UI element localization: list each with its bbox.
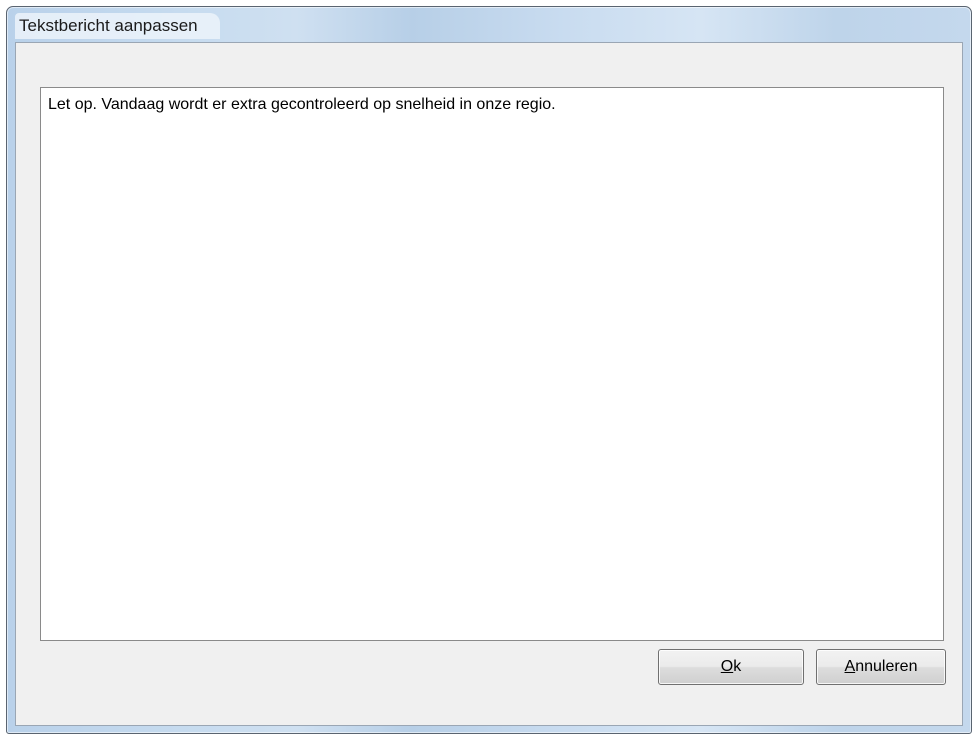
ok-button-label: k — [733, 658, 742, 675]
ok-button[interactable]: Ok — [658, 649, 804, 685]
dialog-client-area: Let op. Vandaag wordt er extra gecontrol… — [15, 42, 963, 726]
title-bar[interactable]: Tekstbericht aanpassen — [7, 7, 971, 43]
message-text-input[interactable]: Let op. Vandaag wordt er extra gecontrol… — [40, 87, 944, 641]
cancel-button[interactable]: Annuleren — [816, 649, 946, 685]
dialog-title: Tekstbericht aanpassen — [15, 13, 220, 39]
ok-button-accelerator: O — [720, 658, 734, 675]
dialog-window: Tekstbericht aanpassen Let op. Vandaag w… — [6, 6, 972, 734]
cancel-button-accelerator: A — [844, 658, 856, 675]
cancel-button-label: nnuleren — [855, 658, 918, 675]
